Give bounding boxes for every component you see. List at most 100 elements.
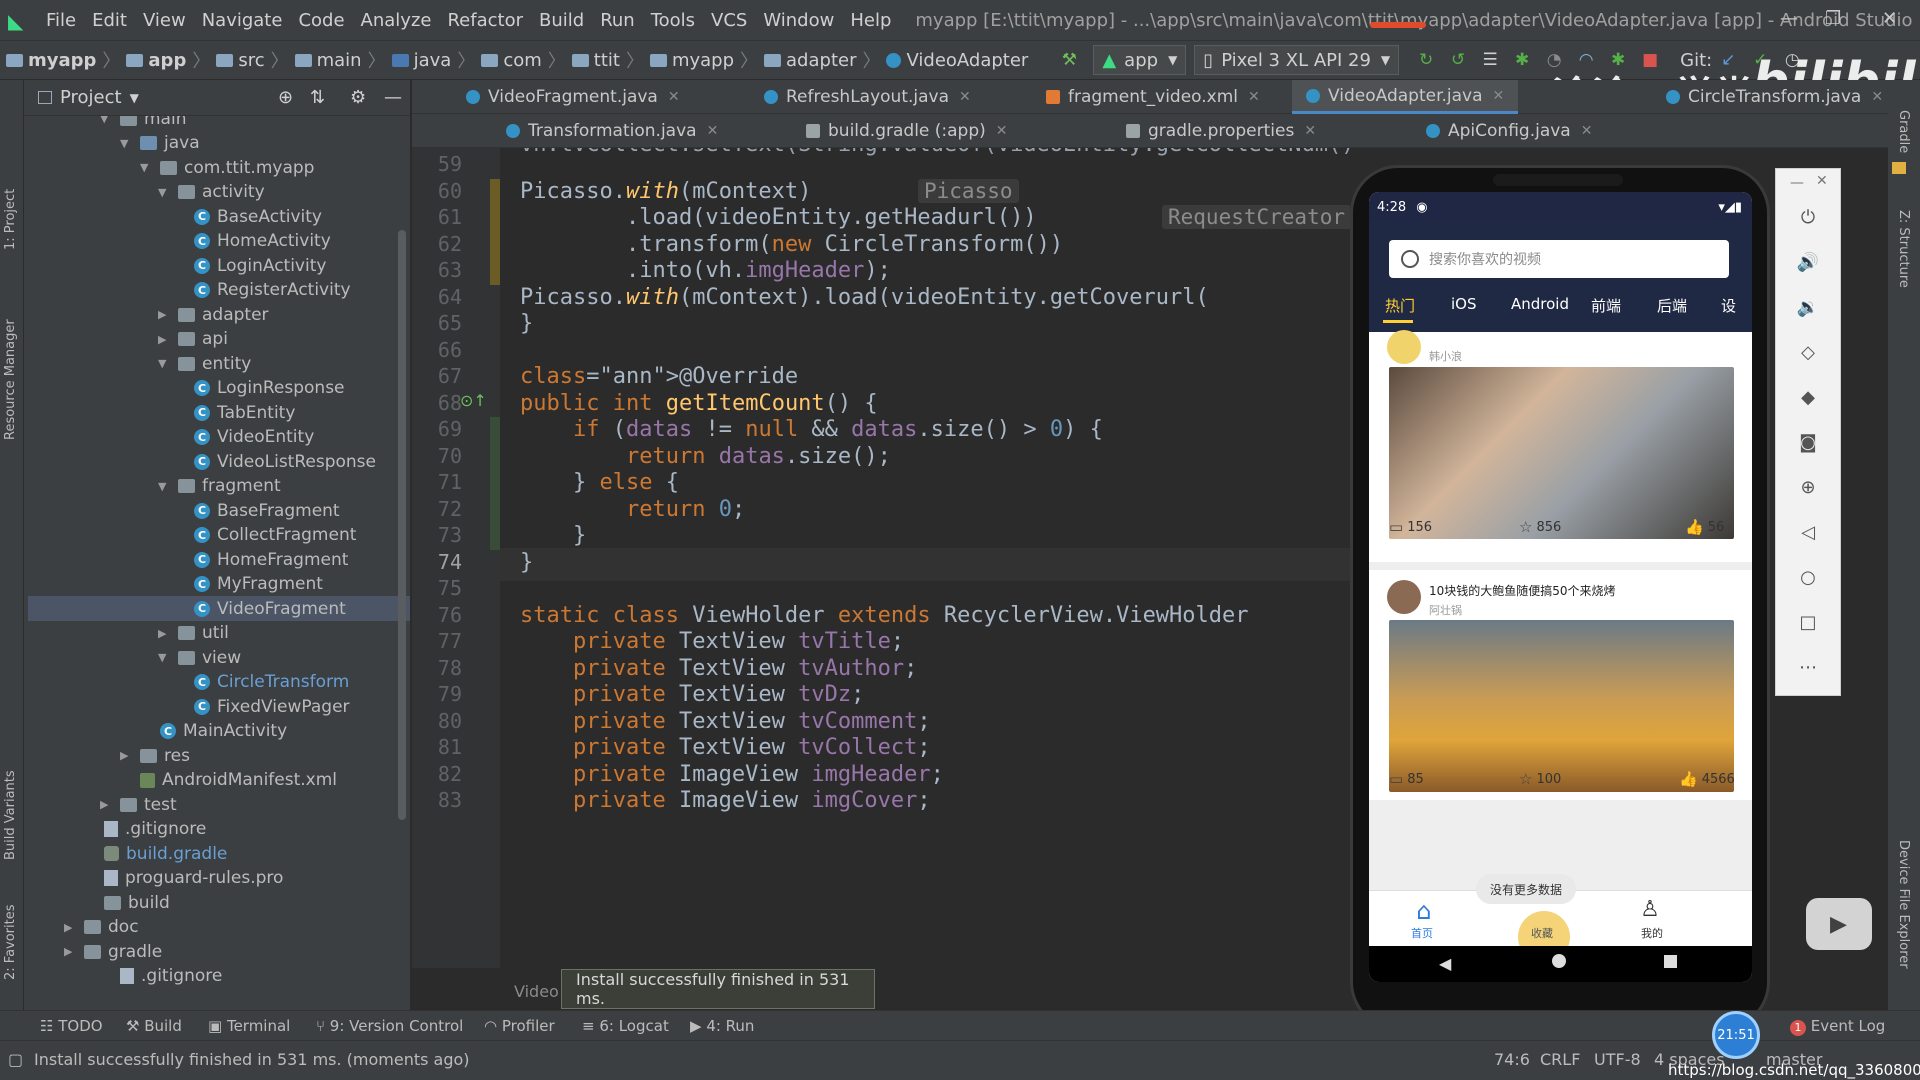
collect-count[interactable]: ☆ 100 bbox=[1519, 770, 1561, 788]
profiler-tab[interactable]: ◠ Profiler bbox=[484, 1017, 555, 1035]
editor-tab[interactable]: VideoAdapter.java ✕ bbox=[1292, 80, 1519, 114]
menu-edit[interactable]: Edit bbox=[92, 10, 127, 31]
resource-manager-label[interactable]: Resource Manager bbox=[3, 319, 18, 440]
hammer-icon[interactable]: ⚒ bbox=[1056, 47, 1082, 73]
editor-tab[interactable]: RefreshLayout.java ✕ bbox=[750, 80, 985, 114]
nav-home[interactable]: 首页 bbox=[1411, 925, 1433, 941]
expand-arrow-icon[interactable]: ▼ bbox=[100, 116, 114, 125]
event-log-tab[interactable]: 1 Event Log bbox=[1790, 1017, 1885, 1036]
collapse-arrow-icon[interactable]: ▶ bbox=[64, 945, 78, 958]
menu-analyze[interactable]: Analyze bbox=[361, 10, 432, 31]
editor-tab[interactable]: build.gradle (:app) ✕ bbox=[792, 114, 1022, 148]
device-select[interactable]: ▯ Pixel 3 XL API 29 ▼ bbox=[1194, 45, 1400, 75]
menu-vcs[interactable]: VCS bbox=[711, 10, 747, 31]
menu-window[interactable]: Window bbox=[763, 10, 834, 31]
expand-arrow-icon[interactable]: ▼ bbox=[158, 651, 172, 664]
close-icon[interactable]: ✕ bbox=[1882, 8, 1897, 29]
editor-tab[interactable]: fragment_video.xml ✕ bbox=[1032, 80, 1274, 114]
menu-run[interactable]: Run bbox=[600, 10, 635, 31]
close-tab-icon[interactable]: ✕ bbox=[1493, 88, 1505, 104]
rotate-right-icon[interactable]: ◆ bbox=[1796, 387, 1820, 411]
tree-item[interactable]: build bbox=[84, 890, 170, 915]
tree-item[interactable]: C LoginResponse bbox=[174, 376, 345, 401]
debug-icon[interactable]: ✱ bbox=[1509, 47, 1535, 73]
channel-tab-android[interactable]: Android bbox=[1511, 295, 1569, 313]
terminal-tab[interactable]: ▣ Terminal bbox=[208, 1017, 290, 1035]
tree-item[interactable]: ▶ res bbox=[120, 743, 190, 768]
video-card[interactable]: 10块钱的大鲍鱼随便搞50个来烧烤 阿壮锅 ▭ 85 ☆ 100 👍 4566 bbox=[1369, 570, 1752, 800]
channel-tab-ios[interactable]: iOS bbox=[1451, 295, 1477, 313]
tree-item[interactable]: C LoginActivity bbox=[174, 253, 326, 278]
override-marker-icon[interactable]: ⊙↑ bbox=[460, 391, 487, 410]
tree-item[interactable]: ▼ java bbox=[120, 131, 200, 156]
more-icon[interactable]: ⋯ bbox=[1796, 657, 1820, 681]
collapse-arrow-icon[interactable]: ▶ bbox=[64, 921, 78, 934]
build-tab[interactable]: ⚒ Build bbox=[126, 1017, 182, 1035]
restore-icon[interactable]: ❐ bbox=[1825, 8, 1841, 29]
menu-tools[interactable]: Tools bbox=[651, 10, 695, 31]
tree-item[interactable]: build.gradle bbox=[84, 841, 227, 866]
back-icon[interactable]: ◁ bbox=[1796, 522, 1820, 546]
close-tab-icon[interactable]: ✕ bbox=[996, 123, 1008, 139]
expand-arrow-icon[interactable]: ▼ bbox=[158, 357, 172, 370]
tree-item[interactable]: C RegisterActivity bbox=[174, 278, 351, 303]
tree-item[interactable]: C BaseActivity bbox=[174, 204, 322, 229]
collapse-all-icon[interactable]: ⇅ bbox=[310, 87, 325, 108]
channel-tab-hot[interactable]: 热门 bbox=[1385, 295, 1415, 316]
tree-item[interactable]: C MyFragment bbox=[174, 572, 323, 597]
breadcrumb-java[interactable]: java 〉 bbox=[391, 47, 482, 73]
apply-changes-icon[interactable]: ↻ bbox=[1413, 47, 1439, 73]
nav-mine[interactable]: 我的 bbox=[1641, 925, 1663, 941]
apply-code-changes-icon[interactable]: ↺ bbox=[1445, 47, 1471, 73]
tree-item[interactable]: C VideoEntity bbox=[174, 425, 314, 450]
menu-build[interactable]: Build bbox=[539, 10, 584, 31]
build-variants-label[interactable]: Build Variants bbox=[3, 770, 18, 860]
breadcrumb-src[interactable]: src 〉 bbox=[216, 47, 294, 73]
home-circle-icon[interactable]: ○ bbox=[1796, 567, 1820, 591]
breadcrumb-com[interactable]: com 〉 bbox=[481, 47, 571, 73]
editor-tab[interactable]: VideoFragment.java ✕ bbox=[452, 80, 694, 114]
menu-refactor[interactable]: Refactor bbox=[447, 10, 523, 31]
breadcrumb-myapp[interactable]: myapp 〉 bbox=[6, 47, 126, 73]
tree-item[interactable]: .gitignore bbox=[84, 817, 206, 842]
breadcrumb-videoadapter[interactable]: VideoAdapter bbox=[886, 50, 1028, 71]
tree-item[interactable]: AndroidManifest.xml bbox=[120, 768, 337, 793]
breadcrumb-myapp-pkg[interactable]: myapp 〉 bbox=[649, 47, 764, 73]
editor-tab[interactable]: ApiConfig.java ✕ bbox=[1412, 114, 1606, 148]
tree-item[interactable]: ▼ com.ttit.myapp bbox=[140, 155, 314, 180]
video-cover-image[interactable] bbox=[1389, 367, 1734, 539]
like-count[interactable]: 👍 56 bbox=[1685, 518, 1724, 536]
status-toggle-icon[interactable]: ▢ bbox=[8, 1050, 23, 1069]
emulator-screen[interactable]: 4:28 ◉ ▾◢▮ 搜索你喜欢的视频 热门 iOS Android 前端 后端… bbox=[1369, 192, 1752, 982]
close-tab-icon[interactable]: ✕ bbox=[1871, 89, 1883, 105]
editor-tab[interactable]: gradle.properties ✕ bbox=[1112, 114, 1330, 148]
like-count[interactable]: 👍 4566 bbox=[1679, 770, 1735, 788]
version-control-tab[interactable]: ⑂ 9: Version Control bbox=[316, 1017, 463, 1035]
expand-arrow-icon[interactable]: ▼ bbox=[158, 186, 172, 199]
gear-icon[interactable]: ⚙ bbox=[350, 87, 366, 108]
tree-item[interactable]: C TabEntity bbox=[174, 400, 295, 425]
gradle-tool-label[interactable]: Gradle bbox=[1896, 110, 1911, 153]
editor-tab[interactable]: CircleTransform.java ✕ bbox=[1652, 80, 1897, 114]
chevron-down-icon[interactable]: ▼ bbox=[130, 91, 139, 105]
tree-item[interactable]: C CircleTransform bbox=[174, 670, 349, 695]
recents-icon[interactable] bbox=[1664, 955, 1677, 968]
tree-item[interactable]: C HomeFragment bbox=[174, 547, 348, 572]
tree-item[interactable]: ▶ test bbox=[100, 792, 177, 817]
camera-icon[interactable]: ◙ bbox=[1796, 432, 1820, 456]
collect-count[interactable]: ☆ 856 bbox=[1519, 518, 1561, 536]
volume-down-icon[interactable]: 🔉 bbox=[1796, 297, 1820, 321]
code-editor[interactable]: vh.tvCollect.setText(String.valueOf(vide… bbox=[500, 148, 1350, 968]
menu-code[interactable]: Code bbox=[298, 10, 344, 31]
close-tab-icon[interactable]: ✕ bbox=[1248, 89, 1260, 105]
back-icon[interactable]: ◀ bbox=[1439, 954, 1451, 973]
breadcrumb-main[interactable]: main 〉 bbox=[294, 47, 392, 73]
tree-item[interactable]: C FixedViewPager bbox=[174, 694, 350, 719]
menu-help[interactable]: Help bbox=[850, 10, 891, 31]
tree-scrollbar[interactable] bbox=[398, 230, 406, 820]
nav-collect[interactable]: 收藏 bbox=[1531, 925, 1553, 941]
menu-view[interactable]: View bbox=[143, 10, 186, 31]
structure-tool-label[interactable]: Z: Structure bbox=[1896, 210, 1911, 288]
collapse-arrow-icon[interactable]: ▶ bbox=[120, 749, 134, 762]
power-icon[interactable]: ⏻ bbox=[1796, 207, 1820, 231]
